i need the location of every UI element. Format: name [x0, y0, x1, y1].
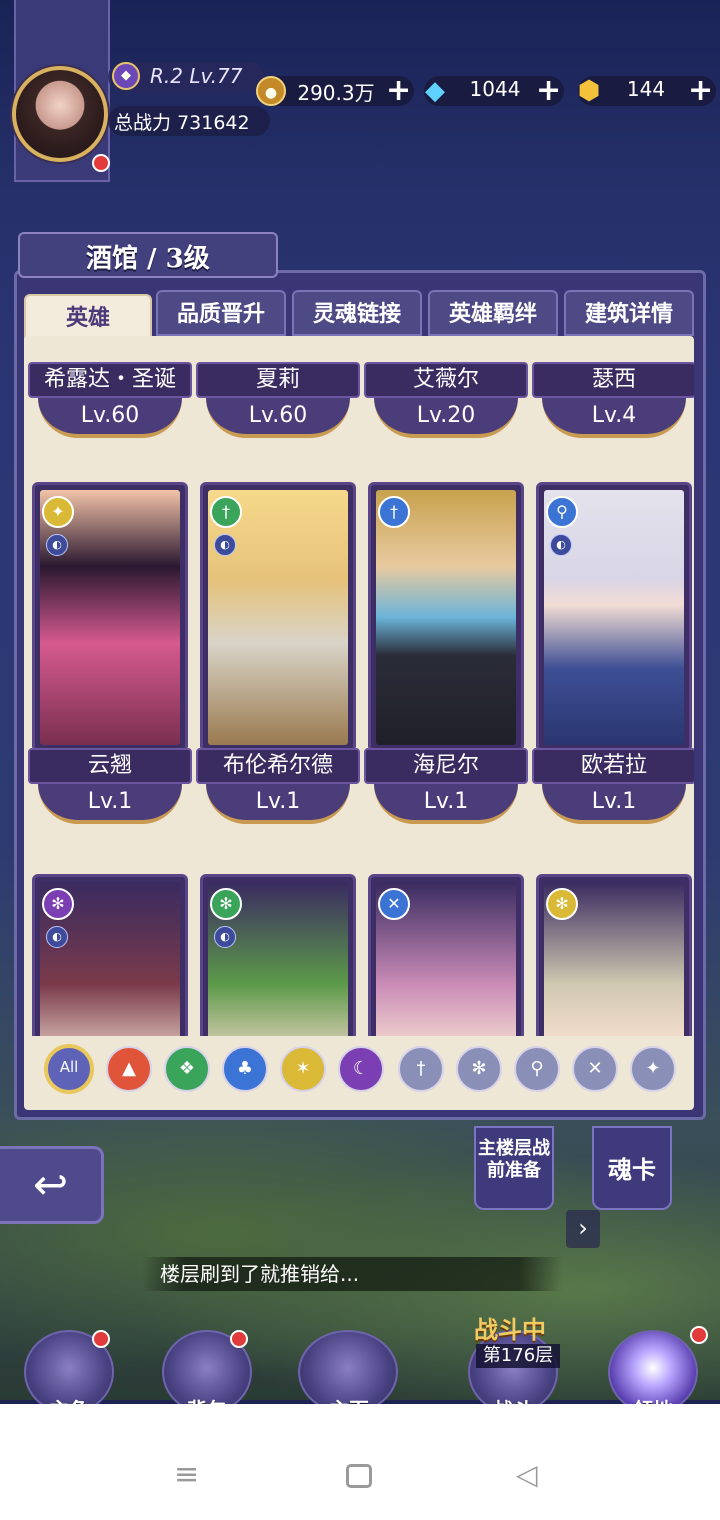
hero-level: Lv.60	[38, 398, 182, 438]
panel-title: 酒馆 / 3级	[86, 244, 210, 274]
pre-battle-prep-button[interactable]: 主楼层战前准备	[474, 1126, 554, 1210]
water-icon: ♣	[236, 1058, 254, 1079]
hero-portrait	[376, 490, 516, 745]
hero-name: 夏莉	[196, 362, 360, 398]
battle-floor: 第176层	[476, 1344, 560, 1368]
hero-portrait	[544, 490, 684, 745]
power-value: 731642	[177, 112, 250, 134]
add-gem-button[interactable]: +	[688, 76, 713, 106]
hero-name: 希露达・圣诞	[28, 362, 192, 398]
chevron-right-icon[interactable]: ›	[566, 1210, 600, 1248]
hero-portrait	[40, 490, 180, 745]
class-icon: ◐	[214, 534, 236, 556]
total-power: 总战力 731642	[114, 108, 250, 135]
filter-bow-button[interactable]: ✕	[572, 1046, 618, 1092]
add-gold-button[interactable]: +	[386, 76, 411, 106]
chat-message[interactable]: 楼层刷到了就推销给...	[142, 1257, 562, 1291]
nav-hero-badge	[92, 1330, 110, 1348]
light-icon: ✶	[295, 1058, 311, 1079]
filter-shuriken-button[interactable]: ✻	[456, 1046, 502, 1092]
hero-level: Lv.20	[374, 398, 518, 438]
filter-wing-button[interactable]: ✦	[630, 1046, 676, 1092]
add-diamond-button[interactable]: +	[536, 76, 561, 106]
hero-level: Lv.1	[542, 784, 686, 824]
shuriken-icon: ✻	[546, 888, 578, 920]
hero-name: 欧若拉	[532, 748, 694, 784]
nav-backpack-badge	[230, 1330, 248, 1348]
filter-fire-button[interactable]: ▲	[106, 1046, 152, 1092]
player-avatar[interactable]	[12, 66, 108, 162]
power-label: 总战力	[114, 112, 172, 134]
class-icon: ◐	[46, 926, 68, 948]
shuriken-icon: ✻	[42, 888, 74, 920]
hero-level: Lv.1	[38, 784, 182, 824]
crossed-bow-icon: ✕	[587, 1058, 603, 1079]
gold-coin-icon: ●	[256, 76, 286, 106]
tab-building-details[interactable]: 建筑详情	[564, 290, 694, 336]
staff-icon: ⚲	[530, 1058, 544, 1079]
soul-card-button[interactable]: 魂卡	[592, 1126, 672, 1210]
fire-icon: ▲	[122, 1058, 136, 1079]
class-icon: ◐	[214, 926, 236, 948]
wing-icon: ✦	[645, 1058, 661, 1079]
hero-portrait	[208, 490, 348, 745]
avatar-notification-dot	[92, 154, 110, 172]
hero-name: 瑟西	[532, 362, 694, 398]
system-nav-bar	[0, 1404, 720, 1520]
nav-home[interactable]: 主页	[294, 1330, 404, 1422]
filter-dagger-button[interactable]: †	[398, 1046, 444, 1092]
nav-territory[interactable]: 领地	[598, 1330, 708, 1422]
shuriken-icon: ✻	[210, 888, 242, 920]
back-button[interactable]: ↩	[0, 1146, 104, 1224]
filter-dark-button[interactable]: ☾	[338, 1046, 384, 1092]
dagger-icon: †	[210, 496, 242, 528]
tab-heroes[interactable]: 英雄	[24, 294, 152, 340]
shuriken-icon: ✻	[471, 1058, 487, 1079]
dark-icon: ☾	[352, 1058, 370, 1079]
home-icon[interactable]	[346, 1464, 372, 1488]
menu-icon[interactable]: ≡	[174, 1460, 199, 1490]
hero-name: 艾薇尔	[364, 362, 528, 398]
tab-hero-bonds[interactable]: 英雄羁绊	[428, 290, 558, 336]
hero-name: 云翘	[28, 748, 192, 784]
hero-level: Lv.60	[206, 398, 350, 438]
leaf-icon: ❖	[178, 1058, 196, 1079]
filter-leaf-button[interactable]: ❖	[164, 1046, 210, 1092]
crossed-bow-icon: ✕	[378, 888, 410, 920]
tab-quality-upgrade[interactable]: 品质晋升	[156, 290, 286, 336]
filter-light-button[interactable]: ✶	[280, 1046, 326, 1092]
battle-status: 战斗中	[474, 1315, 546, 1344]
hero-grid: 希露达・圣诞 Lv.60 夏莉 Lv.60 艾薇尔 Lv.20 瑟西 Lv.4 …	[24, 346, 694, 1036]
hero-level: Lv.1	[374, 784, 518, 824]
class-icon: ◐	[46, 534, 68, 556]
filter-all-button[interactable]: All	[44, 1044, 94, 1094]
filter-staff-button[interactable]: ⚲	[514, 1046, 560, 1092]
tab-soul-link[interactable]: 灵魂链接	[292, 290, 422, 336]
dagger-icon: †	[378, 496, 410, 528]
rank-emblem-icon: ◆	[112, 62, 140, 90]
blue-crystal-icon: ◆	[425, 76, 445, 106]
gold-gem-icon: ⬢	[577, 76, 601, 106]
rank-level: R.2 Lv.77	[150, 64, 243, 88]
gem-value: 144	[626, 77, 666, 101]
class-icon: ◐	[550, 534, 572, 556]
return-arrow-icon: ↩	[32, 1160, 69, 1209]
staff-icon: ⚲	[546, 496, 578, 528]
dagger-icon: †	[416, 1058, 426, 1079]
diamond-value: 1044	[469, 77, 521, 101]
hero-name: 海尼尔	[364, 748, 528, 784]
hero-level: Lv.1	[206, 784, 350, 824]
wing-icon: ✦	[42, 496, 74, 528]
back-icon[interactable]: ◁	[516, 1460, 538, 1490]
hero-level: Lv.4	[542, 398, 686, 438]
hero-name: 布伦希尔德	[196, 748, 360, 784]
filter-water-button[interactable]: ♣	[222, 1046, 268, 1092]
gold-value: 290.3万	[297, 81, 375, 105]
nav-territory-badge	[690, 1326, 708, 1344]
